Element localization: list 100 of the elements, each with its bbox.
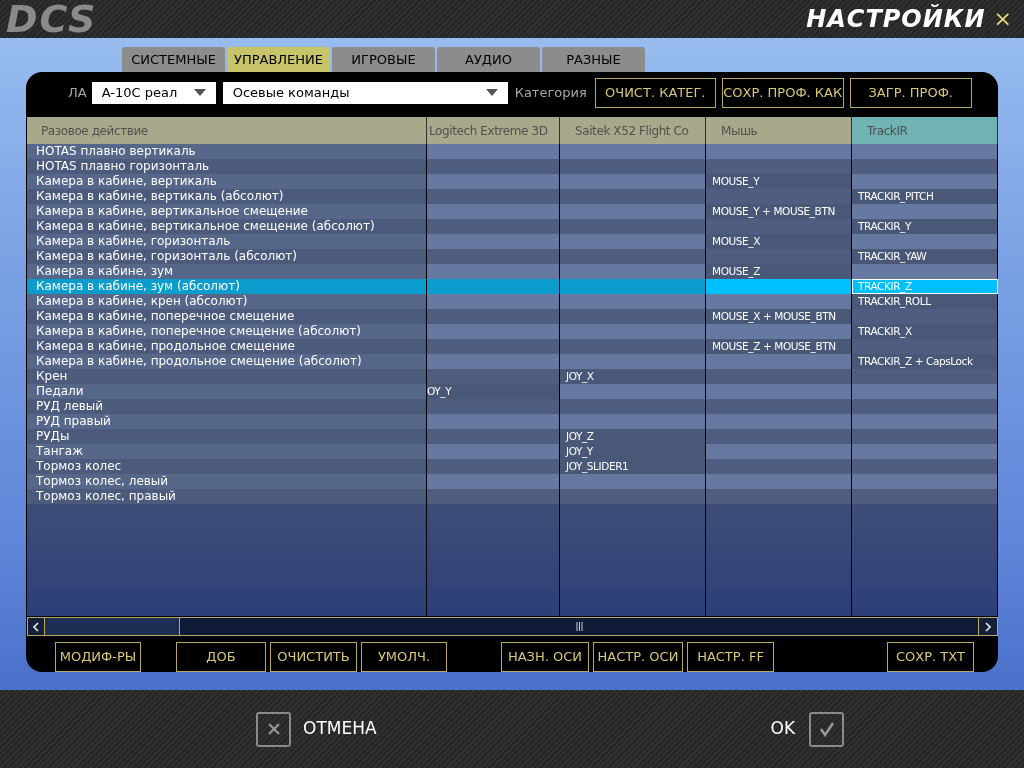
toolbar-button[interactable]: НАЗН. ОСИ — [501, 642, 589, 672]
binding-cell[interactable] — [427, 159, 560, 174]
binding-cell[interactable] — [427, 204, 560, 219]
binding-cell[interactable]: JOY_Y — [560, 444, 706, 459]
binding-cell[interactable]: JOY_SLIDER1 — [560, 459, 706, 474]
action-cell[interactable]: Камера в кабине, вертикаль — [27, 174, 427, 189]
binding-cell[interactable] — [427, 294, 560, 309]
binding-cell[interactable] — [706, 159, 852, 174]
binding-cell[interactable]: MOUSE_Y + MOUSE_BTN — [706, 204, 852, 219]
binding-cell[interactable] — [560, 279, 706, 294]
cancel-button[interactable]: ОТМЕНА — [256, 711, 377, 747]
binding-cell[interactable]: MOUSE_Y — [706, 174, 852, 189]
binding-cell[interactable]: MOUSE_X + MOUSE_BTN — [706, 309, 852, 324]
toolbar-button[interactable]: НАСТР. FF — [687, 642, 774, 672]
binding-cell[interactable]: MOUSE_Z — [706, 264, 852, 279]
binding-cell[interactable] — [852, 144, 998, 159]
binding-cell[interactable] — [560, 234, 706, 249]
binding-cell[interactable]: JOY_X — [560, 369, 706, 384]
tab[interactable]: РАЗНЫЕ — [542, 47, 645, 72]
binding-cell[interactable] — [560, 474, 706, 489]
action-cell[interactable]: HOTAS плавно горизонталь — [27, 159, 427, 174]
binding-cell[interactable] — [427, 264, 560, 279]
binding-cell[interactable] — [560, 219, 706, 234]
binding-cell[interactable] — [560, 294, 706, 309]
binding-cell[interactable]: TRACKIR_X — [852, 324, 998, 339]
binding-cell[interactable]: TRACKIR_YAW — [852, 249, 998, 264]
binding-cell[interactable] — [852, 414, 998, 429]
category-dropdown[interactable]: Осевые команды — [222, 81, 508, 104]
binding-cell[interactable]: MOUSE_X — [706, 234, 852, 249]
binding-cell[interactable] — [560, 189, 706, 204]
binding-cell[interactable] — [852, 489, 998, 504]
toolbar-button[interactable]: НАСТР. ОСИ — [593, 642, 683, 672]
binding-cell[interactable]: MOUSE_Z + MOUSE_BTN — [706, 339, 852, 354]
action-cell[interactable]: Камера в кабине, горизонталь — [27, 234, 427, 249]
action-cell[interactable]: Камера в кабине, зум — [27, 264, 427, 279]
binding-cell[interactable] — [852, 264, 998, 279]
binding-cell[interactable] — [560, 399, 706, 414]
binding-cell[interactable] — [427, 339, 560, 354]
binding-cell[interactable] — [427, 219, 560, 234]
binding-cell[interactable] — [852, 474, 998, 489]
toolbar-button[interactable]: ОЧИСТ. КАТЕГ. — [594, 77, 716, 108]
action-cell[interactable]: РУД правый — [27, 414, 427, 429]
binding-cell[interactable] — [706, 279, 852, 294]
binding-cell[interactable] — [706, 474, 852, 489]
binding-cell[interactable] — [706, 249, 852, 264]
binding-cell[interactable] — [427, 144, 560, 159]
binding-cell[interactable] — [427, 474, 560, 489]
binding-cell[interactable] — [560, 384, 706, 399]
action-cell[interactable]: Камера в кабине, крен (абсолют) — [27, 294, 427, 309]
toolbar-button[interactable]: УМОЛЧ. — [361, 642, 447, 672]
binding-cell[interactable] — [706, 399, 852, 414]
action-cell[interactable]: Камера в кабине, вертикаль (абсолют) — [27, 189, 427, 204]
close-button[interactable]: × — [993, 8, 1012, 30]
action-cell[interactable]: Тормоз колес — [27, 459, 427, 474]
tab[interactable]: УПРАВЛЕНИЕ — [227, 47, 330, 72]
toolbar-button[interactable]: МОДИФ-РЫ — [55, 642, 141, 672]
binding-cell[interactable] — [852, 369, 998, 384]
binding-cell[interactable] — [560, 324, 706, 339]
binding-cell[interactable] — [427, 414, 560, 429]
binding-cell[interactable] — [560, 489, 706, 504]
binding-cell[interactable] — [852, 384, 998, 399]
binding-cell[interactable] — [706, 354, 852, 369]
binding-cell[interactable] — [706, 369, 852, 384]
binding-cell[interactable] — [560, 159, 706, 174]
binding-cell[interactable] — [706, 144, 852, 159]
ok-button[interactable]: OK — [770, 711, 845, 747]
binding-cell[interactable] — [706, 189, 852, 204]
binding-cell[interactable] — [560, 174, 706, 189]
binding-cell[interactable] — [706, 294, 852, 309]
binding-cell[interactable] — [706, 429, 852, 444]
action-cell[interactable]: Тормоз колес, правый — [27, 489, 427, 504]
binding-cell[interactable] — [560, 249, 706, 264]
action-cell[interactable]: Тангаж — [27, 444, 427, 459]
tab[interactable]: СИСТЕМНЫЕ — [122, 47, 225, 72]
binding-cell[interactable] — [706, 414, 852, 429]
binding-cell[interactable] — [427, 249, 560, 264]
binding-cell[interactable]: TRACKIR_ROLL — [852, 294, 998, 309]
binding-cell[interactable] — [560, 264, 706, 279]
binding-cell[interactable] — [427, 174, 560, 189]
toolbar-button[interactable]: ЗАГР. ПРОФ. — [849, 77, 972, 108]
binding-cell[interactable] — [427, 429, 560, 444]
binding-cell[interactable] — [427, 489, 560, 504]
binding-cell[interactable] — [852, 444, 998, 459]
binding-cell[interactable] — [560, 354, 706, 369]
action-cell[interactable]: Камера в кабине, поперечное смещение (абсолют) — [27, 324, 427, 339]
binding-cell[interactable] — [852, 429, 998, 444]
binding-cell[interactable] — [427, 399, 560, 414]
action-cell[interactable]: Педали — [27, 384, 427, 399]
binding-cell[interactable] — [706, 219, 852, 234]
binding-cell[interactable] — [706, 384, 852, 399]
action-cell[interactable]: РУДы — [27, 429, 427, 444]
aircraft-dropdown[interactable]: A-10C реал — [91, 81, 216, 104]
action-cell[interactable]: Камера в кабине, вертикальное смещение (абсолют) — [27, 219, 427, 234]
binding-cell[interactable] — [852, 234, 998, 249]
binding-cell[interactable]: TRACKIR_Y — [852, 219, 998, 234]
binding-cell[interactable] — [427, 444, 560, 459]
binding-cell[interactable] — [560, 144, 706, 159]
binding-cell[interactable] — [852, 174, 998, 189]
toolbar-button[interactable]: ДОБ — [176, 642, 266, 672]
toolbar-button[interactable]: СОХР. ПРОФ. КАК — [721, 77, 844, 108]
